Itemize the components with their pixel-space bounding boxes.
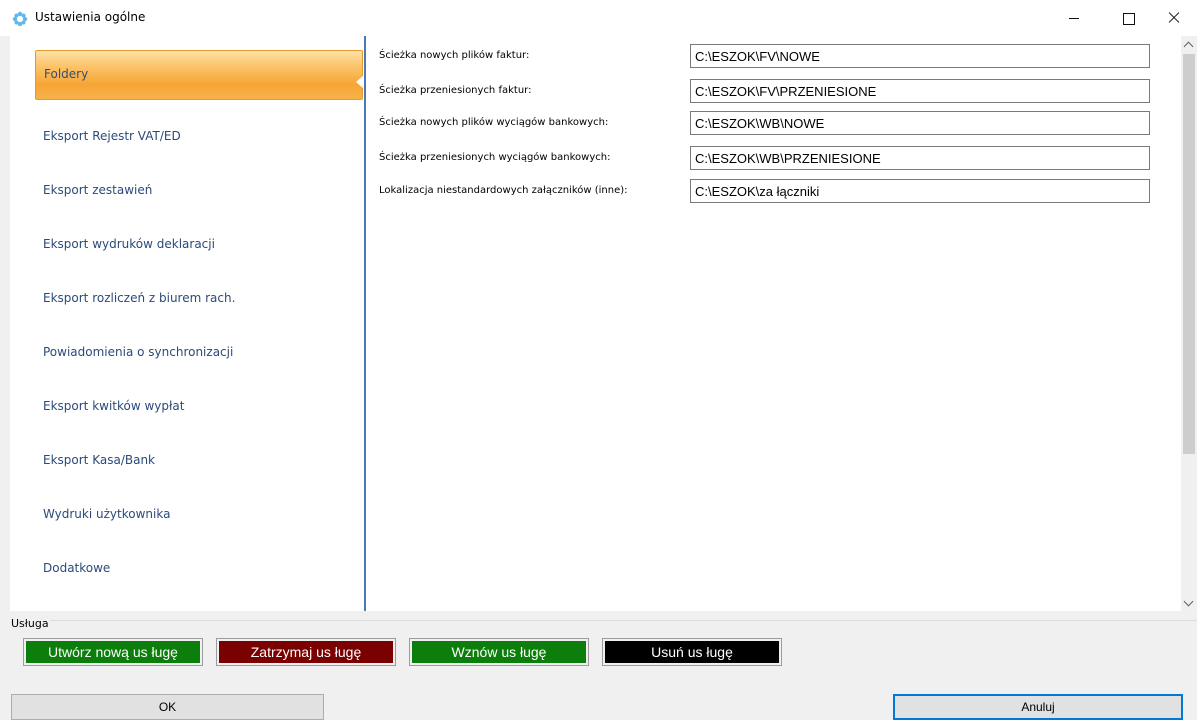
stop-service-label: Zatrzymaj us ługę [219, 641, 393, 663]
sidebar-item-0[interactable]: Foldery [35, 50, 363, 100]
resume-service-label: Wznów us ługę [412, 641, 586, 663]
settings-dialog: Ustawienia ogólne Foldery Eksport Rejestr… [0, 0, 1197, 720]
folder-path-input[interactable] [690, 111, 1150, 135]
cancel-button[interactable]: Anuluj [893, 694, 1183, 720]
folder-path-label: Lokalizacja niestandardowych załączników… [379, 185, 628, 196]
scroll-thumb[interactable] [1183, 54, 1195, 454]
settings-sidebar: Foldery Eksport Rejestr VAT/ED Eksport zes… [10, 36, 365, 611]
folder-path-row: Ścieżka przeniesionych faktur: [366, 79, 1181, 103]
sidebar-item-label: Eksport rozliczeń z biurem rach. [43, 291, 236, 305]
delete-service-label: Usuń us ługę [605, 641, 779, 663]
sidebar-item-label: Foldery [44, 67, 89, 81]
scroll-up-icon[interactable] [1181, 36, 1197, 52]
sidebar-item-5[interactable]: Powiadomienia o synchronizacji [35, 329, 363, 379]
sidebar-item-4[interactable]: Eksport rozliczeń z biurem rach. [35, 275, 363, 325]
maximize-button[interactable] [1105, 0, 1151, 36]
folders-panel: Ścieżka nowych plików faktur: Ścieżka prz… [366, 36, 1181, 611]
sidebar-item-label: Eksport wydruków deklaracji [43, 237, 215, 251]
window-title: Ustawienia ogólne [35, 10, 146, 24]
close-button[interactable] [1151, 0, 1197, 36]
folder-path-input[interactable] [690, 79, 1150, 103]
vertical-scrollbar[interactable] [1181, 36, 1197, 611]
sidebar-item-label: Eksport Rejestr VAT/ED [43, 129, 181, 143]
sidebar-item-label: Dodatkowe [43, 561, 111, 575]
sidebar-item-label: Eksport zestawień [43, 183, 153, 197]
folder-path-row: Ścieżka nowych plików faktur: [366, 44, 1181, 68]
ok-button[interactable]: OK [11, 694, 324, 720]
folder-path-label: Ścieżka nowych plików wyciągów bankowych… [379, 117, 609, 128]
folder-path-input[interactable] [690, 179, 1150, 203]
title-bar: Ustawienia ogólne [0, 0, 1197, 36]
service-group-legend: Usługa [10, 617, 50, 630]
create-service-button[interactable]: Utwórz nową us ługę [23, 638, 203, 666]
sidebar-item-label: Powiadomienia o synchronizacji [43, 345, 234, 359]
create-service-label: Utwórz nową us ługę [26, 641, 200, 663]
folder-path-label: Ścieżka przeniesionych faktur: [379, 85, 532, 96]
scroll-down-icon[interactable] [1181, 595, 1197, 611]
sidebar-item-9[interactable]: Dodatkowe [35, 545, 363, 595]
sidebar-item-6[interactable]: Eksport kwitków wypłat [35, 383, 363, 433]
folder-path-row: Ścieżka nowych plików wyciągów bankowych… [366, 111, 1181, 135]
delete-service-button[interactable]: Usuń us ługę [602, 638, 782, 666]
app-icon [12, 11, 28, 27]
active-item-pointer [356, 75, 364, 89]
minimize-button[interactable] [1051, 0, 1097, 36]
folder-path-row: Ścieżka przeniesionych wyciągów bankowyc… [366, 146, 1181, 170]
folder-path-label: Ścieżka przeniesionych wyciągów bankowyc… [379, 152, 611, 163]
sidebar-item-label: Wydruki użytkownika [43, 507, 171, 521]
sidebar-item-label: Eksport Kasa/Bank [43, 453, 155, 467]
folder-path-input[interactable] [690, 146, 1150, 170]
sidebar-item-3[interactable]: Eksport wydruków deklaracji [35, 221, 363, 271]
stop-service-button[interactable]: Zatrzymaj us ługę [216, 638, 396, 666]
resume-service-button[interactable]: Wznów us ługę [409, 638, 589, 666]
sidebar-item-1[interactable]: Eksport Rejestr VAT/ED [35, 113, 363, 163]
sidebar-item-label: Eksport kwitków wypłat [43, 399, 185, 413]
sidebar-item-7[interactable]: Eksport Kasa/Bank [35, 437, 363, 487]
folder-path-row: Lokalizacja niestandardowych załączników… [366, 179, 1181, 203]
sidebar-item-8[interactable]: Wydruki użytkownika [35, 491, 363, 541]
folder-path-label: Ścieżka nowych plików faktur: [379, 50, 530, 61]
folder-path-input[interactable] [690, 44, 1150, 68]
sidebar-item-2[interactable]: Eksport zestawień [35, 167, 363, 217]
